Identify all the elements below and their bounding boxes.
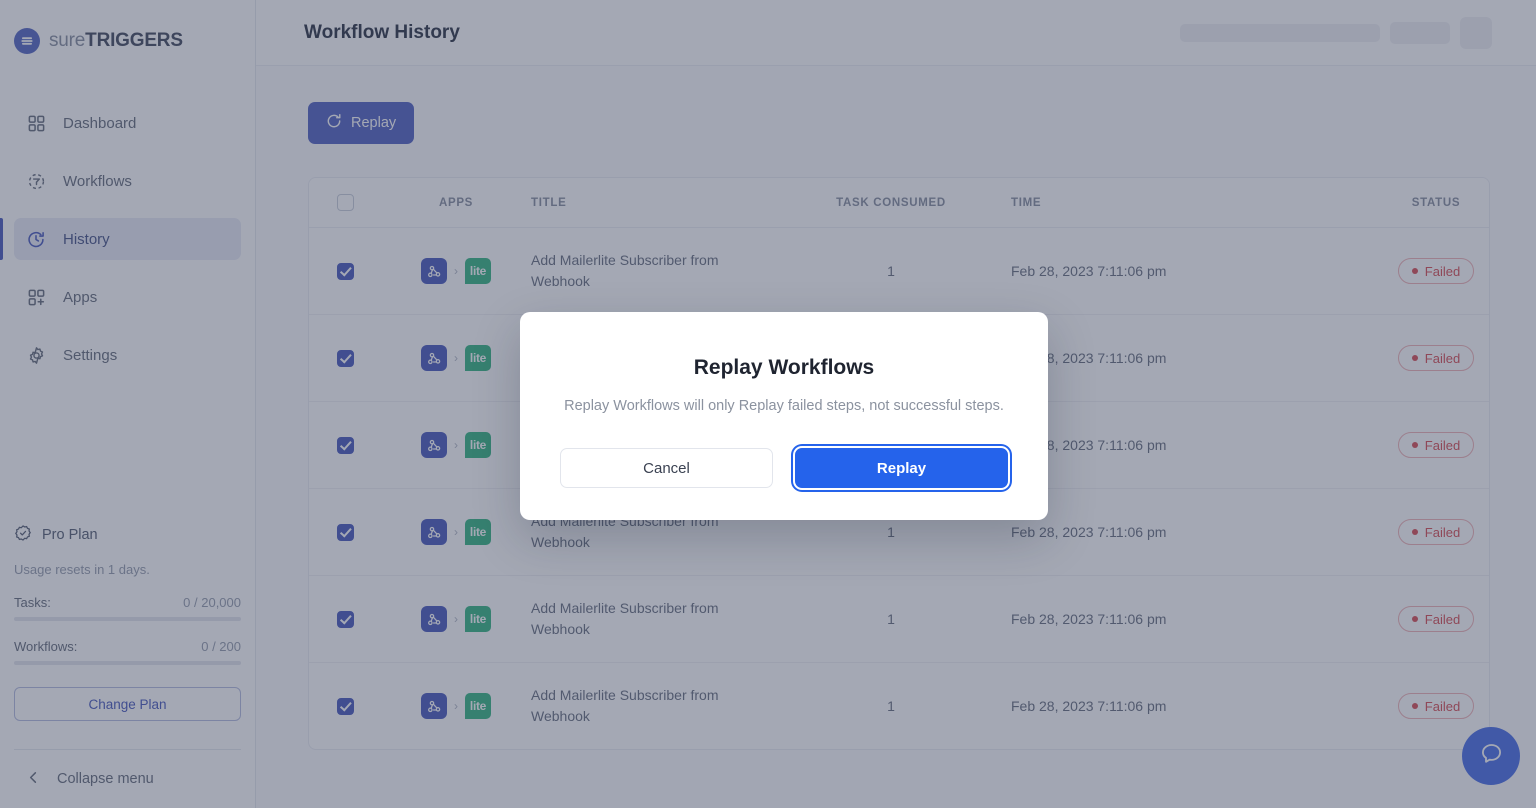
- modal-title: Replay Workflows: [693, 356, 875, 379]
- modal-actions: Cancel Replay: [560, 448, 1008, 488]
- confirm-replay-button[interactable]: Replay: [795, 448, 1008, 488]
- cancel-button[interactable]: Cancel: [560, 448, 773, 488]
- replay-confirm-modal: Replay Workflows Replay Workflows will o…: [520, 312, 1048, 520]
- modal-message: Replay Workflows will only Replay failed…: [564, 398, 1004, 414]
